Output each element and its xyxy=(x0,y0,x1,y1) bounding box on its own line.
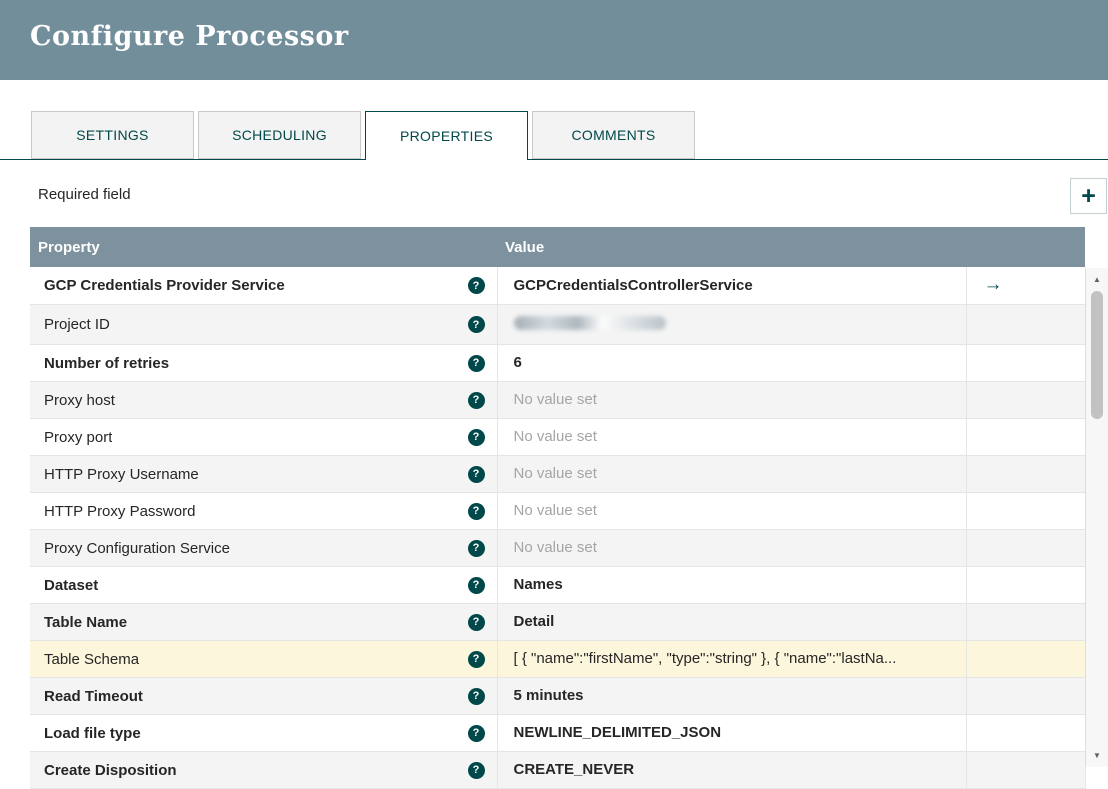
property-value[interactable]: 6 xyxy=(514,354,522,371)
add-property-button[interactable]: + xyxy=(1070,178,1107,214)
help-icon[interactable]: ? xyxy=(468,762,485,779)
scroll-down-icon[interactable]: ▼ xyxy=(1086,747,1108,764)
property-value[interactable]: [ { "name":"firstName", "type":"string" … xyxy=(514,650,897,667)
property-value[interactable]: 5 minutes xyxy=(514,687,584,704)
scrollbar-thumb[interactable] xyxy=(1091,291,1103,419)
property-row[interactable]: Load file type ? NEWLINE_DELIMITED_JSON xyxy=(30,715,1085,752)
property-row[interactable]: Proxy Configuration Service ? No value s… xyxy=(30,530,1085,567)
property-row[interactable]: GCP Credentials Provider Service ? GCPCr… xyxy=(30,267,1085,305)
scroll-up-icon[interactable]: ▲ xyxy=(1086,271,1108,288)
help-icon[interactable]: ? xyxy=(468,355,485,372)
table-header-row: Property Value xyxy=(30,227,1085,267)
property-value[interactable]: No value set xyxy=(514,428,597,445)
help-icon[interactable]: ? xyxy=(468,725,485,742)
tab-settings[interactable]: SETTINGS xyxy=(31,111,194,159)
property-row[interactable]: Number of retries ? 6 xyxy=(30,345,1085,382)
property-row[interactable]: Proxy port ? No value set xyxy=(30,419,1085,456)
property-column-header: Property xyxy=(30,227,497,267)
property-row[interactable]: Proxy host ? No value set xyxy=(30,382,1085,419)
vertical-scrollbar[interactable]: ▲ ▼ xyxy=(1085,268,1108,767)
redacted-value xyxy=(514,316,666,330)
property-value[interactable]: No value set xyxy=(514,539,597,556)
help-icon[interactable]: ? xyxy=(468,277,485,294)
tab-properties[interactable]: PROPERTIES xyxy=(365,111,528,160)
property-row[interactable]: Dataset ? Names xyxy=(30,567,1085,604)
tab-label: PROPERTIES xyxy=(400,128,493,144)
property-value[interactable]: No value set xyxy=(514,465,597,482)
property-value[interactable]: Names xyxy=(514,576,563,593)
property-row[interactable]: HTTP Proxy Password ? No value set xyxy=(30,493,1085,530)
property-row[interactable]: Table Name ? Detail xyxy=(30,604,1085,641)
help-icon[interactable]: ? xyxy=(468,688,485,705)
tab-label: COMMENTS xyxy=(571,127,655,143)
help-icon[interactable]: ? xyxy=(468,316,485,333)
tab-bar: SETTINGS SCHEDULING PROPERTIES COMMENTS xyxy=(0,111,1108,160)
property-name: Read Timeout xyxy=(44,688,143,705)
property-value[interactable]: No value set xyxy=(514,391,597,408)
property-name: Create Disposition xyxy=(44,762,177,779)
actions-column-header xyxy=(966,227,1085,267)
tab-label: SCHEDULING xyxy=(232,127,327,143)
tab-label: SETTINGS xyxy=(76,127,148,143)
property-value[interactable]: GCPCredentialsControllerService xyxy=(514,277,753,294)
tab-scheduling[interactable]: SCHEDULING xyxy=(198,111,361,159)
help-icon[interactable]: ? xyxy=(468,540,485,557)
help-icon[interactable]: ? xyxy=(468,392,485,409)
property-value[interactable]: CREATE_NEVER xyxy=(514,761,635,778)
property-name: HTTP Proxy Username xyxy=(44,466,199,483)
property-name: Table Schema xyxy=(44,651,139,668)
help-icon[interactable]: ? xyxy=(468,429,485,446)
properties-table-body: GCP Credentials Provider Service ? GCPCr… xyxy=(30,267,1085,789)
dialog-header: Configure Processor xyxy=(0,0,1108,80)
required-field-label: Required field xyxy=(38,186,131,203)
property-row[interactable]: Create Disposition ? CREATE_NEVER xyxy=(30,752,1085,789)
property-name: GCP Credentials Provider Service xyxy=(44,277,285,294)
property-name: Load file type xyxy=(44,725,141,742)
help-icon[interactable]: ? xyxy=(468,651,485,668)
property-name: Table Name xyxy=(44,614,127,631)
property-value[interactable]: Detail xyxy=(514,613,555,630)
help-icon[interactable]: ? xyxy=(468,577,485,594)
property-name: Proxy Configuration Service xyxy=(44,540,230,557)
tab-comments[interactable]: COMMENTS xyxy=(532,111,695,159)
dialog-title: Configure Processor xyxy=(30,21,349,52)
property-name: Number of retries xyxy=(44,355,169,372)
property-row[interactable]: Read Timeout ? 5 minutes xyxy=(30,678,1085,715)
properties-table: Property Value GCP Credentials Provider … xyxy=(30,227,1086,789)
property-value[interactable]: No value set xyxy=(514,502,597,519)
value-column-header: Value xyxy=(497,227,966,267)
help-icon[interactable]: ? xyxy=(468,614,485,631)
help-icon[interactable]: ? xyxy=(468,466,485,483)
help-icon[interactable]: ? xyxy=(468,503,485,520)
property-row[interactable]: Project ID ? xyxy=(30,305,1085,345)
go-to-service-arrow-icon[interactable]: → xyxy=(984,274,1003,295)
property-name: Proxy port xyxy=(44,429,112,446)
plus-icon: + xyxy=(1081,184,1096,209)
property-value[interactable]: NEWLINE_DELIMITED_JSON xyxy=(514,724,722,741)
property-row[interactable]: HTTP Proxy Username ? No value set xyxy=(30,456,1085,493)
property-row[interactable]: Table Schema ? [ { "name":"firstName", "… xyxy=(30,641,1085,678)
property-name: HTTP Proxy Password xyxy=(44,503,195,520)
property-name: Project ID xyxy=(44,316,110,333)
property-name: Dataset xyxy=(44,577,98,594)
property-name: Proxy host xyxy=(44,392,115,409)
